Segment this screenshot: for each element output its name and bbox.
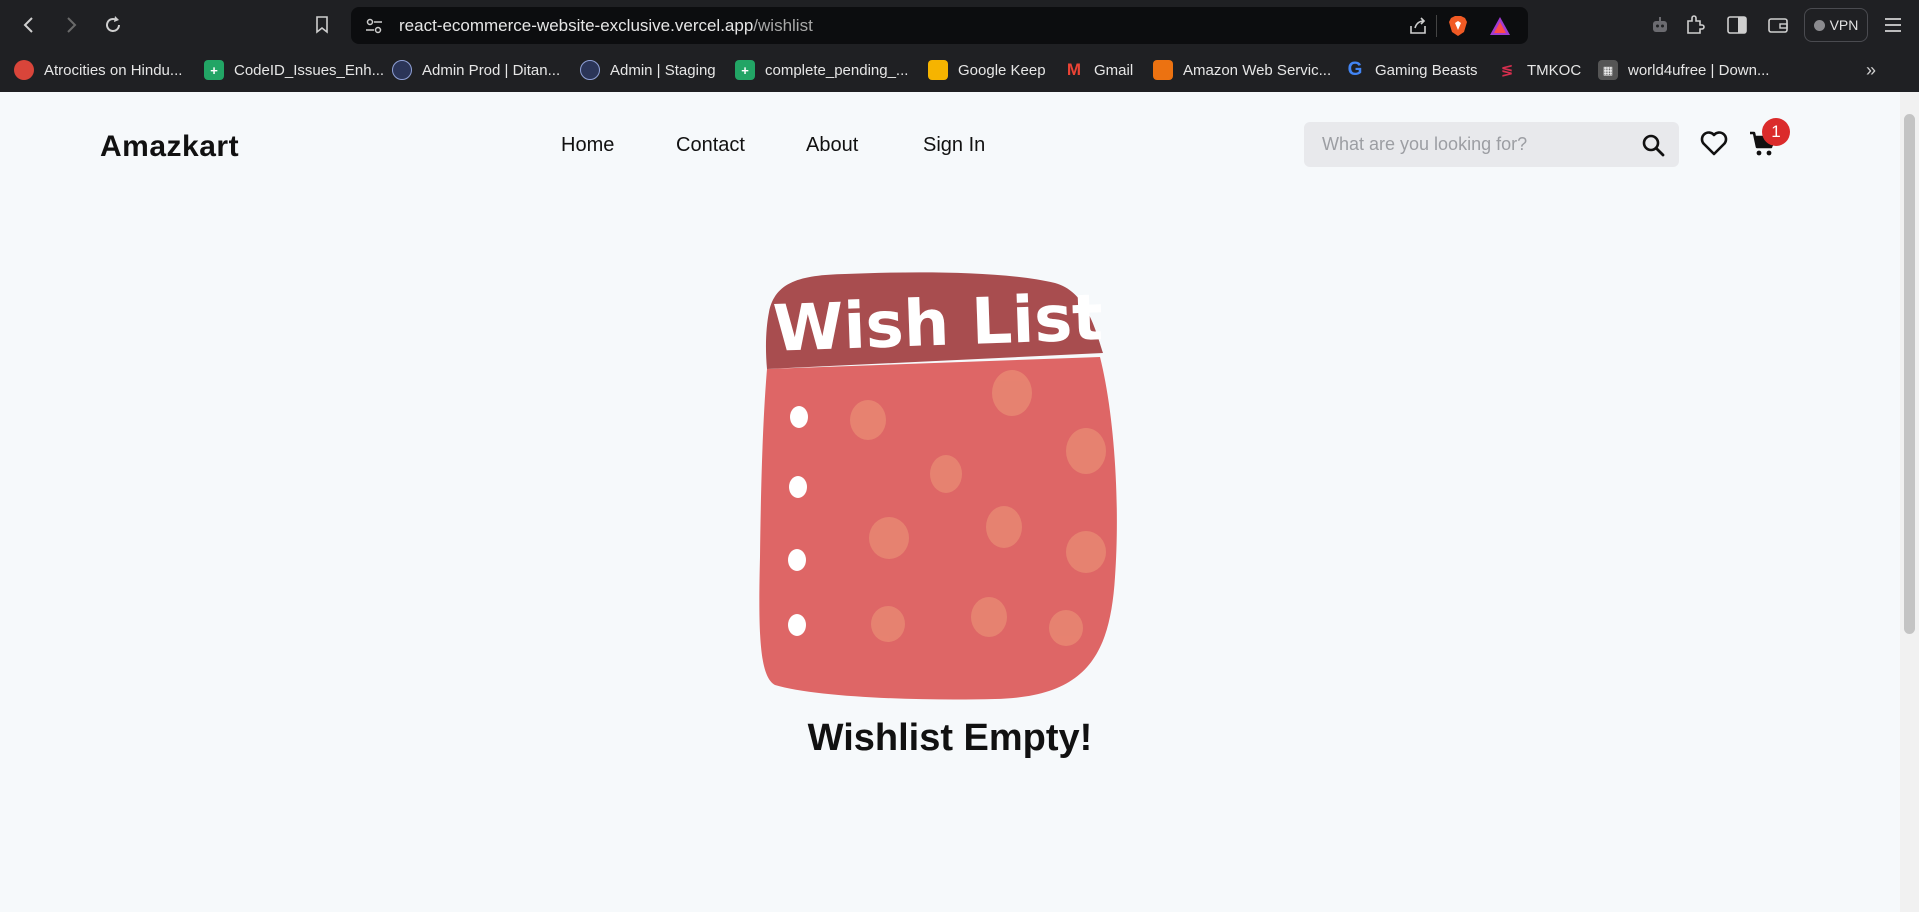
wishlist-illustration: Wish List	[759, 272, 1117, 700]
illustration-text: Wish List	[772, 281, 1104, 366]
bookmark-label: world4ufree | Down...	[1628, 61, 1770, 79]
site-settings-icon[interactable]	[363, 15, 385, 37]
bookmark-item[interactable]: + complete_pending_...	[735, 56, 908, 84]
brave-shields-icon[interactable]	[1447, 15, 1469, 37]
film-icon: ▦	[1598, 60, 1618, 80]
bookmark-item[interactable]: Atrocities on Hindu...	[14, 56, 182, 84]
address-bar[interactable]: react-ecommerce-website-exclusive.vercel…	[351, 7, 1528, 44]
vpn-label: VPN	[1829, 17, 1859, 33]
sheets-icon: +	[735, 60, 755, 80]
share-icon[interactable]	[1407, 15, 1429, 37]
bookmark-item[interactable]: G Gaming Beasts	[1345, 56, 1478, 84]
bookmark-label: complete_pending_...	[765, 61, 909, 79]
bookmark-item[interactable]: Google Keep	[928, 56, 1046, 84]
g-icon: G	[1347, 59, 1363, 80]
bookmark-label: Atrocities on Hindu...	[44, 61, 183, 79]
wallet-icon[interactable]	[1765, 12, 1791, 38]
aws-icon	[1153, 60, 1173, 80]
sheets-icon: +	[204, 60, 224, 80]
url-text[interactable]: react-ecommerce-website-exclusive.vercel…	[399, 16, 813, 36]
bookmark-item[interactable]: Admin | Staging	[580, 56, 716, 84]
bookmark-icon[interactable]	[307, 10, 337, 40]
wishlist-heart-icon[interactable]	[1700, 130, 1728, 161]
bookmark-item[interactable]: M Gmail	[1064, 56, 1133, 84]
leo-ai-icon[interactable]	[1647, 12, 1673, 38]
bookmark-item[interactable]: ▦ world4ufree | Down...	[1598, 56, 1769, 84]
vpn-status-icon	[1813, 19, 1825, 31]
keep-icon	[928, 60, 948, 80]
reload-icon[interactable]	[98, 10, 128, 40]
bookmark-item[interactable]: + CodeID_Issues_Enh...	[204, 56, 384, 84]
search-icon[interactable]	[1641, 133, 1665, 162]
nav-sign-in[interactable]: Sign In	[923, 134, 985, 157]
url-path: /wishlist	[753, 16, 813, 35]
bookmark-item[interactable]: ≶ TMKOC	[1497, 56, 1581, 84]
bookmark-label: TMKOC	[1527, 61, 1582, 79]
nav-about[interactable]: About	[806, 134, 858, 157]
bookmark-label: Gmail	[1094, 61, 1134, 79]
site-logo[interactable]: Amazkart	[100, 130, 239, 164]
globe-icon	[392, 60, 412, 80]
brave-rewards-icon[interactable]	[1489, 15, 1511, 37]
divider	[1436, 15, 1437, 37]
browser-chrome: react-ecommerce-website-exclusive.vercel…	[0, 0, 1919, 92]
notepad-body	[759, 357, 1117, 700]
gmail-icon: M	[1066, 60, 1082, 79]
bookmark-label: Amazon Web Servic...	[1183, 61, 1332, 79]
forward-icon[interactable]	[56, 10, 86, 40]
url-host: react-ecommerce-website-exclusive.vercel…	[399, 16, 754, 35]
more-bookmarks-icon[interactable]: »	[1866, 56, 1876, 84]
page: Amazkart Home Contact About Sign In 1	[0, 92, 1900, 912]
bookmark-label: Admin Prod | Ditan...	[422, 61, 561, 79]
globe-icon	[580, 60, 600, 80]
cart-count-badge: 1	[1762, 118, 1790, 146]
scrollbar-thumb[interactable]	[1904, 114, 1915, 634]
menu-icon[interactable]	[1880, 12, 1906, 38]
back-icon[interactable]	[14, 10, 44, 40]
extensions-icon[interactable]	[1682, 12, 1708, 38]
vpn-button[interactable]: VPN	[1804, 8, 1868, 42]
search-input[interactable]	[1322, 122, 1622, 167]
bookmark-label: Admin | Staging	[610, 61, 716, 79]
bookmark-label: CodeID_Issues_Enh...	[234, 61, 385, 79]
bookmark-label: Google Keep	[958, 61, 1046, 79]
nav-contact[interactable]: Contact	[676, 134, 745, 157]
bookmark-item[interactable]: Amazon Web Servic...	[1153, 56, 1331, 84]
sidebar-icon[interactable]	[1724, 12, 1750, 38]
nav-home[interactable]: Home	[561, 134, 614, 157]
tmkoc-icon: ≶	[1500, 62, 1514, 79]
search-box	[1304, 122, 1679, 167]
wishlist-empty-message: Wishlist Empty!	[807, 717, 1093, 759]
bookmark-label: Gaming Beasts	[1375, 61, 1478, 79]
bookmarks-bar: Atrocities on Hindu... + CodeID_Issues_E…	[0, 52, 1919, 84]
red-circle-icon	[14, 60, 34, 80]
page-scrollbar[interactable]	[1900, 92, 1919, 912]
bookmark-item[interactable]: Admin Prod | Ditan...	[392, 56, 560, 84]
